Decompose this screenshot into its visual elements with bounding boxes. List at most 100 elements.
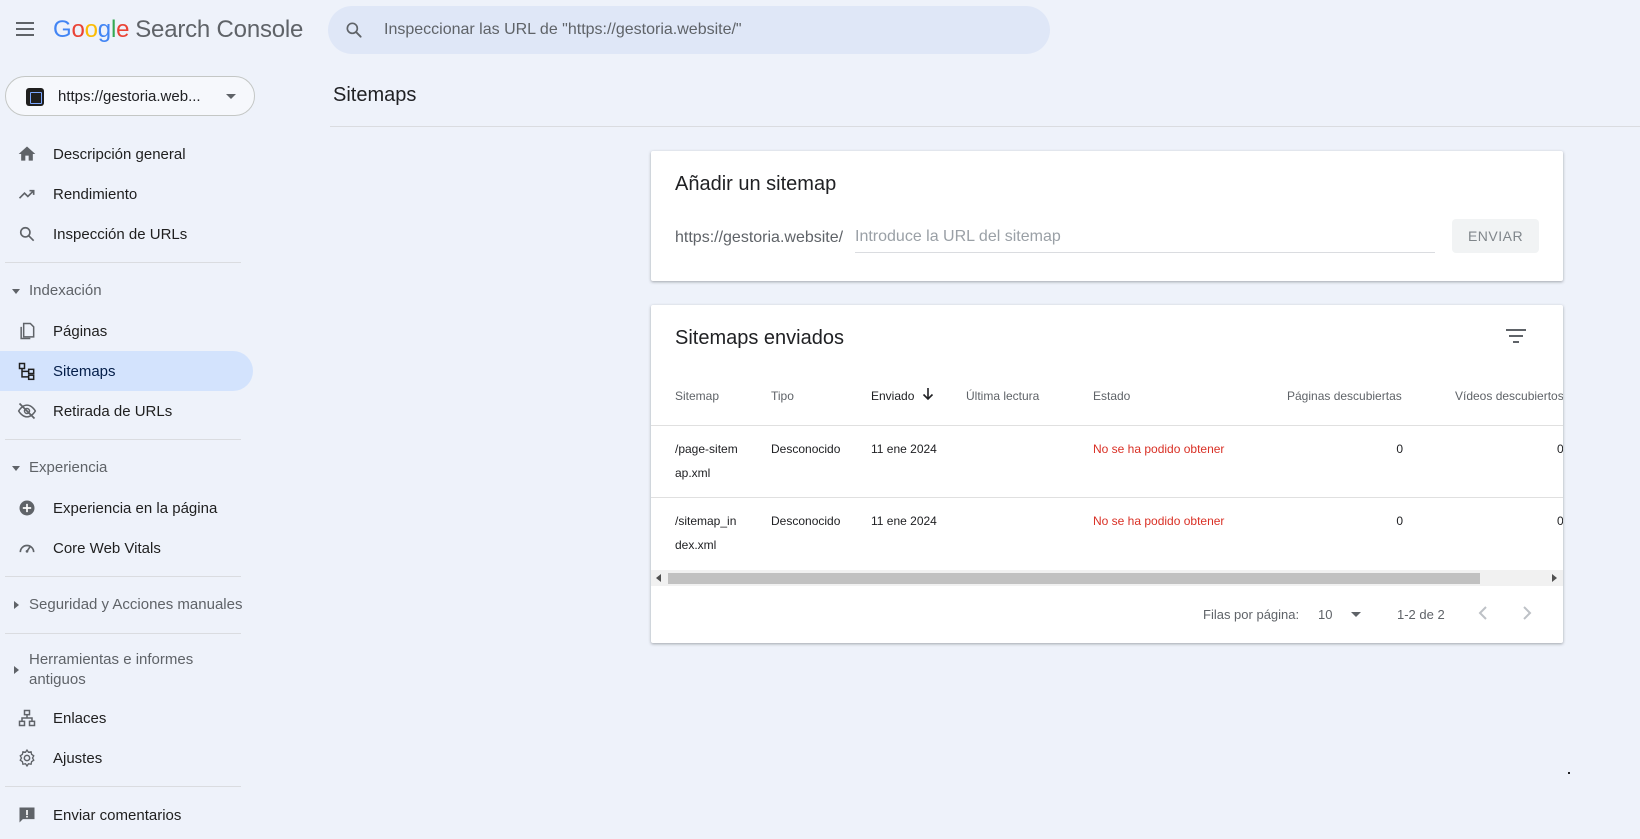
sidebar-item-core-web-vitals[interactable]: Core Web Vitals (0, 528, 253, 568)
trending-up-icon (18, 189, 35, 199)
chevron-right-icon[interactable] (1515, 601, 1539, 625)
menu-icon-bar (16, 28, 34, 30)
submitted-sitemaps-card: Sitemaps enviados Sitemap Tipo Enviado Ú… (651, 305, 1563, 643)
sidebar-item-page-experience[interactable]: Experiencia en la página (0, 488, 253, 528)
filter-icon-bar (1513, 341, 1519, 343)
sidebar-divider (5, 262, 241, 263)
main-menu-button[interactable] (13, 18, 37, 42)
sidebar-item-label: Enviar comentarios (53, 807, 182, 824)
search-input[interactable] (384, 6, 1034, 54)
app-header: Google Search Console (0, 0, 1640, 62)
filter-icon-bar (1509, 335, 1523, 337)
sitemap-submitted: 11 ene 2024 (871, 514, 937, 528)
sitemap-path-line: ap.xml (675, 466, 711, 480)
row-divider (651, 497, 1563, 498)
sidebar-item-feedback[interactable]: Enviar comentarios (0, 795, 253, 835)
section-label: Indexación (29, 282, 102, 299)
column-header-type[interactable]: Tipo (771, 389, 794, 403)
sidebar-item-removals[interactable]: Retirada de URLs (0, 391, 253, 431)
caret-down-icon (1351, 612, 1361, 617)
sitemap-path-line: /page-sitem (675, 442, 738, 456)
sitemap-submitted: 11 ene 2024 (871, 442, 937, 456)
title-divider (330, 126, 1640, 127)
sitemap-path[interactable]: /page-sitem ap.xml (675, 437, 738, 485)
sidebar-item-sitemaps[interactable]: Sitemaps (0, 351, 253, 391)
status-badge: No se ha podido obtener (1093, 442, 1225, 456)
caret-down-icon (226, 94, 236, 99)
submit-sitemap-button[interactable]: ENVIAR (1452, 219, 1539, 253)
sidebar-item-pages[interactable]: Páginas (0, 311, 253, 351)
pages-icon (20, 322, 35, 340)
logo-letter: g (97, 16, 111, 43)
section-label: Herramientas e informes antiguos (29, 651, 194, 688)
column-header-videos[interactable]: Vídeos descubiertos (1455, 389, 1563, 403)
videos-count: 0 (1557, 514, 1563, 528)
scroll-left-button[interactable] (656, 574, 661, 582)
logo-letter: G (53, 16, 72, 43)
stray-dot (1568, 772, 1570, 774)
chevron-right-icon (14, 666, 19, 674)
logo-letter: o (71, 16, 85, 43)
site-favicon-icon (26, 88, 44, 106)
logo-letter: o (84, 16, 98, 43)
horizontal-scrollbar[interactable] (651, 570, 1563, 586)
sidebar-item-performance[interactable]: Rendimiento (0, 174, 253, 214)
sidebar-item-label: Inspección de URLs (53, 226, 188, 243)
arrow-down-icon[interactable] (921, 387, 935, 401)
section-experience[interactable]: Experiencia (0, 448, 253, 488)
row-divider (651, 425, 1563, 426)
pages-count: 0 (1396, 442, 1403, 456)
menu-icon-bar (16, 22, 34, 24)
card-title: Sitemaps enviados (675, 327, 844, 349)
section-label: Seguridad y Acciones manuales (29, 596, 243, 613)
sitemap-type: Desconocido (771, 514, 841, 528)
section-security[interactable]: Seguridad y Acciones manuales (0, 585, 253, 625)
page-title: Sitemaps (333, 84, 417, 106)
sitemap-path[interactable]: /sitemap_in dex.xml (675, 509, 736, 557)
add-sitemap-card: Añadir un sitemap https://gestoria.websi… (651, 151, 1563, 281)
plus-circle-icon (19, 500, 35, 516)
logo-letter: e (116, 16, 130, 43)
feedback-icon (19, 807, 35, 823)
sidebar-item-label: Páginas (53, 323, 108, 340)
sidebar-item-label: Descripción general (53, 146, 186, 163)
sidebar-item-label: Sitemaps (53, 363, 116, 380)
sitemap-url-input[interactable] (855, 221, 1435, 253)
rows-per-page-select[interactable]: 10 (1318, 601, 1368, 627)
filter-icon-bar (1506, 329, 1526, 331)
scroll-right-button[interactable] (1552, 574, 1557, 582)
column-header-status[interactable]: Estado (1093, 389, 1130, 403)
sidebar-divider (5, 439, 241, 440)
sidebar-item-settings[interactable]: Ajustes (0, 738, 253, 778)
chevron-left-icon[interactable] (1471, 601, 1495, 625)
chevron-right-icon (14, 601, 19, 609)
search-icon[interactable] (344, 20, 364, 40)
sidebar-item-overview[interactable]: Descripción general (0, 134, 253, 174)
property-selector[interactable]: https://gestoria.web... (5, 76, 255, 116)
videos-count: 0 (1557, 442, 1563, 456)
scrollbar-thumb[interactable] (668, 573, 1480, 584)
chevron-down-icon (12, 289, 20, 294)
rows-per-page-label: Filas por página: (1203, 607, 1300, 622)
filter-icon[interactable] (1503, 325, 1529, 351)
section-legacy[interactable]: Herramientas e informes antiguos (0, 642, 253, 698)
section-indexing[interactable]: Indexación (0, 271, 253, 311)
url-inspection-search (328, 6, 1050, 54)
home-icon (18, 146, 36, 161)
speedometer-icon (19, 544, 35, 553)
product-name: Search Console (135, 16, 304, 43)
sidebar-item-label: Enlaces (53, 710, 107, 727)
sidebar-item-label: Retirada de URLs (53, 403, 173, 420)
column-header-sitemap[interactable]: Sitemap (675, 389, 719, 403)
sidebar-item-links[interactable]: Enlaces (0, 698, 253, 738)
card-title: Añadir un sitemap (675, 173, 837, 195)
sidebar-divider (5, 786, 241, 787)
column-header-pages[interactable]: Páginas descubiertas (1287, 389, 1402, 403)
rows-per-page-value: 10 (1318, 607, 1333, 622)
sitemap-type: Desconocido (771, 442, 841, 456)
column-header-last-read[interactable]: Última lectura (966, 389, 1039, 403)
column-header-submitted[interactable]: Enviado (871, 389, 914, 403)
app-logo[interactable]: Google Search Console (53, 16, 303, 44)
sidebar-divider (5, 576, 241, 577)
sidebar-item-url-inspection[interactable]: Inspección de URLs (0, 214, 253, 254)
